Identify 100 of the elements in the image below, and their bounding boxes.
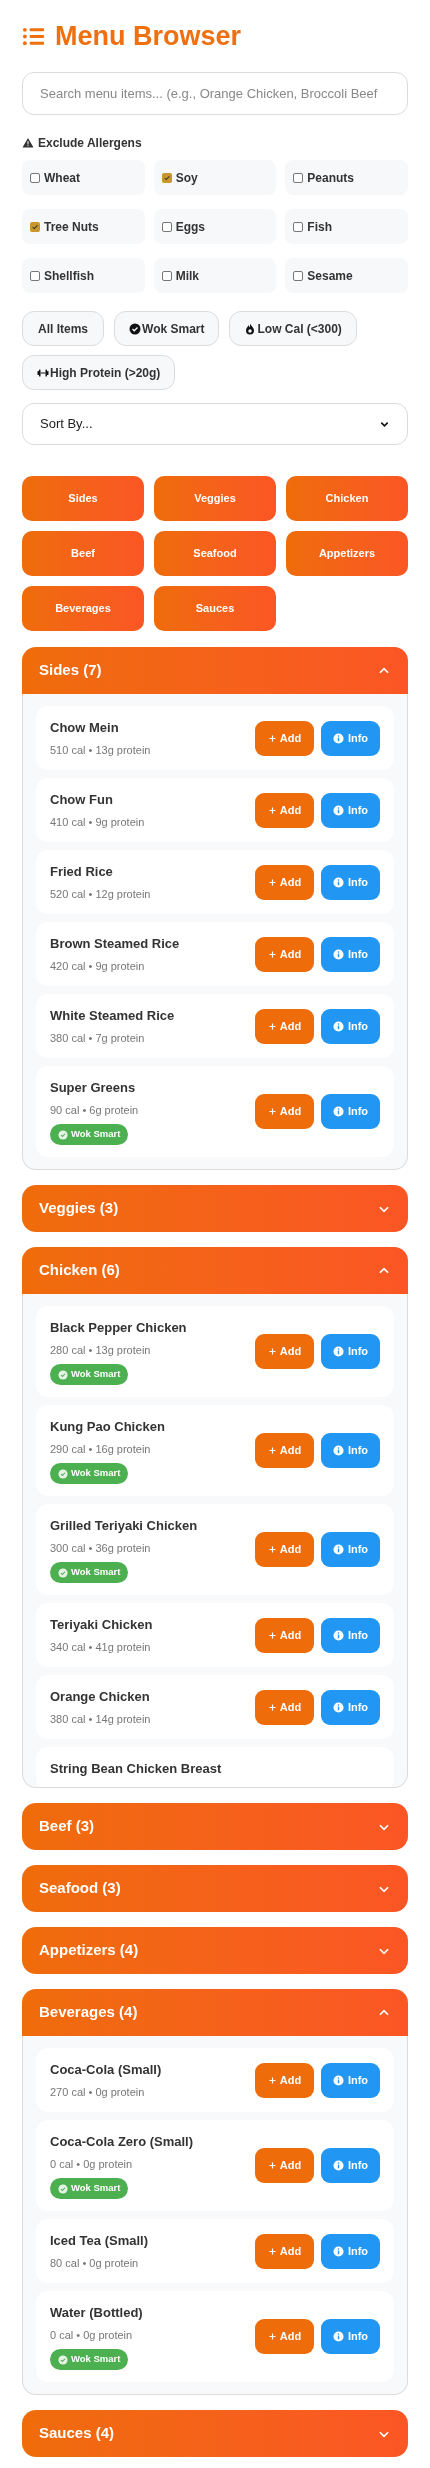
item-name: String Bean Chicken Breast [50, 1760, 222, 1778]
info-button[interactable]: Info [321, 1617, 380, 1653]
add-button[interactable]: Add [255, 1532, 314, 1567]
item-nutrition: 0 cal • 0g protein [50, 2156, 134, 2172]
item-nutrition: 90 cal • 6g protein [50, 1102, 139, 1118]
item-name: Kung Pao Chicken [50, 1418, 165, 1436]
allergen-option[interactable]: Eggs [153, 209, 277, 244]
info-button[interactable]: Info [321, 1532, 380, 1567]
checkbox[interactable] [293, 172, 304, 183]
item-nutrition: 80 cal • 0g protein [50, 2255, 140, 2271]
category-button[interactable]: Sides [22, 476, 144, 521]
section-header[interactable]: Beverages (4) [22, 1989, 408, 2036]
item-nutrition: 520 cal • 12g protein [50, 886, 151, 902]
category-button[interactable]: Appetizers [286, 531, 408, 576]
check-circle-icon [58, 2183, 68, 2194]
info-icon [332, 2160, 344, 2171]
filter-chip[interactable]: Wok Smart [114, 311, 220, 346]
search-field[interactable]: Search menu items... (e.g., Orange Chicken, Broccoli Beef [22, 72, 408, 115]
section-label: Exclude Allergens [38, 135, 142, 152]
allergen-option[interactable]: Sesame [285, 258, 408, 293]
info-button[interactable]: Info [321, 936, 380, 972]
category-button[interactable]: Veggies [154, 476, 276, 521]
category-button[interactable]: Sauces [154, 586, 276, 631]
add-button[interactable]: Add [255, 1617, 314, 1653]
checkbox[interactable] [30, 172, 40, 183]
add-button[interactable]: Add [255, 864, 314, 900]
category-button[interactable]: Beef [22, 531, 144, 576]
wok-smart-badge: Wok Smart [50, 1364, 129, 1385]
info-button[interactable]: Info [321, 2233, 380, 2269]
item-name: Orange Chicken [50, 1688, 151, 1706]
checkbox[interactable] [30, 270, 40, 281]
add-button[interactable]: Add [255, 2062, 314, 2098]
section-header[interactable]: Appetizers (4) [22, 1927, 408, 1974]
check-circle-icon [58, 1129, 68, 1140]
category-button[interactable]: Beverages [22, 586, 144, 631]
category-button[interactable]: Chicken [286, 476, 408, 521]
info-button[interactable]: Info [321, 1689, 380, 1725]
info-button[interactable]: Info [321, 1094, 380, 1129]
checkbox[interactable] [293, 221, 304, 232]
plus-icon [267, 2075, 277, 2085]
allergen-option[interactable]: Tree Nuts [22, 209, 145, 244]
section-header[interactable]: Seafood (3) [22, 1865, 408, 1912]
info-button[interactable]: Info [321, 2062, 380, 2098]
allergen-option[interactable]: Wheat [22, 160, 145, 195]
info-button[interactable]: Info [321, 864, 380, 900]
check-circle-icon [58, 2354, 68, 2365]
section-header[interactable]: Chicken (6) [22, 1247, 408, 1294]
check-circle-icon [58, 1468, 68, 1479]
item-nutrition: 380 cal • 7g protein [50, 1030, 146, 1046]
filter-chip[interactable]: High Protein (>20g) [22, 355, 176, 390]
plus-icon [267, 2246, 277, 2256]
add-button[interactable]: Add [255, 936, 314, 972]
item-nutrition: 340 cal • 41g protein [50, 1639, 152, 1655]
info-button[interactable]: Info [321, 720, 380, 756]
plus-icon [267, 733, 277, 743]
info-button[interactable]: Info [321, 792, 380, 828]
page-title: Menu Browser [55, 22, 242, 50]
add-button[interactable]: Add [255, 1008, 314, 1044]
section-header[interactable]: Sides (7) [22, 647, 408, 694]
section-header[interactable]: Sauces (4) [22, 2410, 408, 2457]
checkbox[interactable] [161, 270, 172, 281]
plus-icon [267, 949, 277, 959]
sort-dropdown[interactable]: Sort By... [22, 403, 408, 445]
add-button[interactable]: Add [255, 792, 314, 828]
item-name: Fried Rice [50, 863, 114, 881]
add-button[interactable]: Add [255, 2233, 314, 2269]
add-button[interactable]: Add [255, 1433, 314, 1468]
add-button[interactable]: Add [255, 1334, 314, 1369]
add-button[interactable]: Add [255, 2319, 314, 2354]
wok-smart-badge: Wok Smart [50, 1124, 129, 1145]
checkbox[interactable] [161, 221, 172, 232]
item-name: Iced Tea (Small) [50, 2232, 148, 2250]
info-button[interactable]: Info [321, 1008, 380, 1044]
add-button[interactable]: Add [255, 2148, 314, 2183]
item-name: Chow Fun [50, 791, 114, 809]
checkbox[interactable] [161, 172, 172, 183]
filter-chip[interactable]: Low Cal (<300) [229, 311, 357, 346]
warning-icon [22, 137, 34, 149]
checkbox[interactable] [293, 270, 304, 281]
allergen-option[interactable]: Milk [153, 258, 277, 293]
item-nutrition: 410 cal • 9g protein [50, 814, 145, 830]
category-button[interactable]: Seafood [154, 531, 276, 576]
checkbox[interactable] [30, 221, 40, 232]
section-header[interactable]: Beef (3) [22, 1803, 408, 1850]
info-icon [332, 1701, 344, 1713]
item-nutrition: 0 cal • 0g protein [50, 2327, 134, 2343]
info-button[interactable]: Info [321, 2148, 380, 2183]
info-button[interactable]: Info [321, 1334, 380, 1369]
info-button[interactable]: Info [321, 2319, 380, 2354]
allergen-option[interactable]: Peanuts [285, 160, 408, 195]
info-button[interactable]: Info [321, 1433, 380, 1468]
filter-chip[interactable]: All Items [22, 311, 104, 346]
allergen-option[interactable]: Shellfish [22, 258, 145, 293]
add-button[interactable]: Add [255, 1689, 314, 1725]
section-header[interactable]: Veggies (3) [22, 1185, 408, 1232]
add-button[interactable]: Add [255, 720, 314, 756]
allergen-option[interactable]: Soy [153, 160, 277, 195]
add-button[interactable]: Add [255, 1094, 314, 1129]
wok-smart-badge: Wok Smart [50, 1562, 129, 1583]
allergen-option[interactable]: Fish [285, 209, 408, 244]
